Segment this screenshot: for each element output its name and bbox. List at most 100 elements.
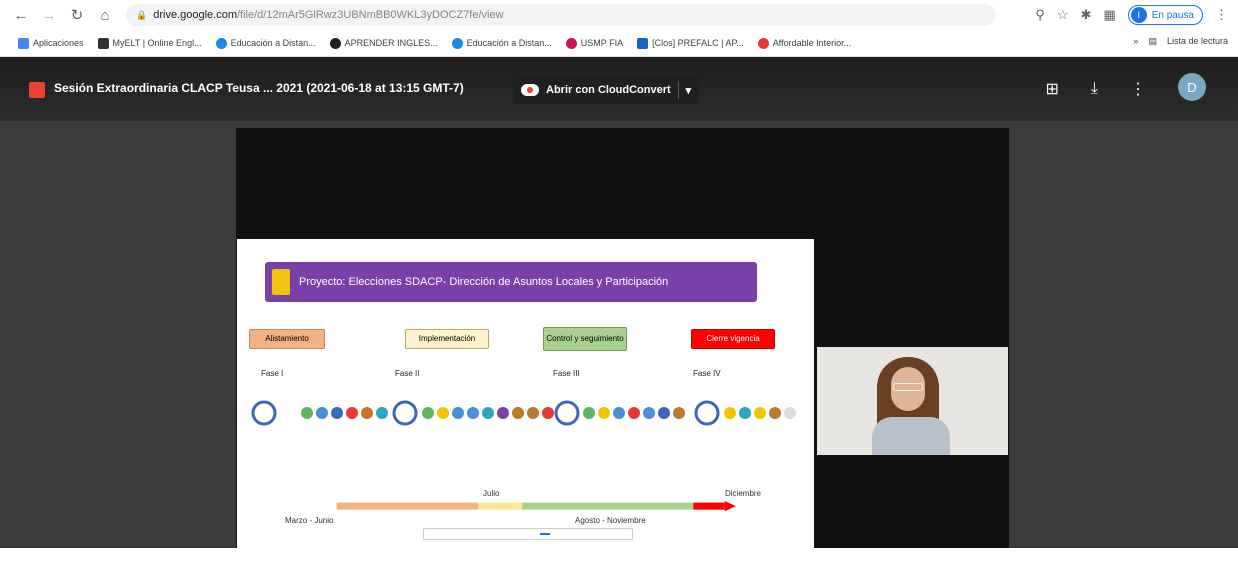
bookmark-icon (97, 37, 109, 49)
reading-list-icon: ▤ (1148, 36, 1157, 46)
timeline-dot (754, 407, 766, 419)
bookmark-label: Aplicaciones (33, 38, 84, 48)
viewer-actions: ⊞ ⤓ ⋮ D (1046, 73, 1206, 101)
download-icon[interactable]: ⤓ (1091, 80, 1098, 98)
chevron-icon: » (1133, 36, 1139, 46)
timeline-dot (542, 407, 554, 419)
extensions-icon[interactable]: ✱ (1081, 7, 1092, 23)
bookmark-icon (451, 37, 463, 49)
phase-label: Implementación (418, 334, 476, 343)
url-host: drive.google.com (153, 9, 237, 21)
open-with-label: Abrir con CloudConvert (546, 84, 671, 96)
zoom-icon[interactable]: ⚲ (1035, 7, 1045, 23)
timeline-dot (613, 407, 625, 419)
reading-list[interactable]: » ▤ Lista de lectura (1133, 36, 1228, 47)
participant-video[interactable] (817, 347, 1008, 455)
screen-share-bar[interactable] (423, 528, 633, 540)
phase-marker (694, 400, 720, 426)
bookmark-label: Affordable Interior... (772, 38, 852, 48)
browser-chrome: ← → ↻ ⌂ 🔒 drive.google.com /file/d/12mAr… (0, 0, 1238, 57)
timeline-dot (376, 407, 388, 419)
home-icon[interactable]: ⌂ (94, 4, 116, 26)
timeline-dot (467, 407, 479, 419)
bookmark-item[interactable]: MyELT | Online Engl... (97, 37, 202, 49)
phase-control: Control y seguimiento (543, 327, 627, 351)
forward-icon[interactable]: → (38, 4, 60, 26)
open-with-button[interactable]: Abrir con CloudConvert ▾ (513, 76, 700, 104)
bookmark-item[interactable]: Educación a Distan... (215, 37, 316, 49)
account-avatar[interactable]: D (1178, 73, 1206, 101)
shared-slide: Proyecto: Elecciones SDACP- Dirección de… (237, 239, 814, 565)
bookmark-icon (565, 37, 577, 49)
lock-icon: 🔒 (136, 9, 148, 20)
timeline-dot (301, 407, 313, 419)
timeline-dot (482, 407, 494, 419)
profile-avatar: I (1130, 7, 1147, 23)
menu-icon[interactable]: ⋮ (1215, 7, 1228, 23)
fase-label: Fase IV (693, 369, 721, 378)
phase-implementacion: Implementación (405, 329, 489, 349)
bookmark-icon (757, 37, 769, 49)
bookmark-item[interactable]: Affordable Interior... (757, 37, 852, 49)
dropdown-icon[interactable]: ▾ (686, 84, 692, 97)
file-title: Sesión Extraordinaria CLACP Teusa ... 20… (54, 81, 464, 95)
bookmark-icon (329, 37, 341, 49)
bookmark-label: APRENDER INGLES... (344, 38, 438, 48)
month-label-julio: Julio (483, 489, 500, 498)
phase-cierre: Cierre vigencia (691, 329, 775, 349)
viewer-header: Sesión Extraordinaria CLACP Teusa ... 20… (0, 57, 1238, 121)
bookmark-item[interactable]: [Clos] PREFALC | AP... (637, 37, 744, 49)
bookmark-item[interactable]: USMP FIA (565, 37, 624, 49)
url-path: /file/d/12mAr5GlRwz3UBNmBB0WKL3yDOCZ7fe/… (237, 9, 504, 21)
fase-label: Fase II (395, 369, 420, 378)
timeline-dot (346, 407, 358, 419)
more-options-icon[interactable]: ⋮ (1130, 79, 1146, 99)
star-icon[interactable]: ☆ (1057, 7, 1069, 23)
timeline-dot (739, 407, 751, 419)
month-label-marzo-junio: Marzo - Junio (285, 516, 334, 525)
bookmark-label: Educación a Distan... (466, 38, 552, 48)
month-label-agosto-noviembre: Agosto - Noviembre (575, 516, 646, 525)
timeline-dot (724, 407, 736, 419)
phase-marker (554, 400, 580, 426)
slide-title-box: Proyecto: Elecciones SDACP- Dirección de… (265, 262, 757, 302)
participant-body (872, 417, 950, 455)
timeline-dot (673, 407, 685, 419)
video-file-icon (29, 82, 45, 98)
profile-button[interactable]: I En pausa (1127, 5, 1203, 25)
phase-marker (392, 400, 418, 426)
bookmark-item[interactable]: Educación a Distan... (451, 37, 552, 49)
apps-icon (18, 37, 29, 49)
bookmark-label: [Clos] PREFALC | AP... (652, 38, 744, 48)
divider (677, 81, 679, 99)
extension-icon[interactable]: ▦ (1103, 7, 1115, 23)
phase-label: Cierre vigencia (706, 334, 760, 343)
timeline-dot (331, 407, 343, 419)
timeline-dot (784, 407, 796, 419)
address-bar[interactable]: 🔒 drive.google.com /file/d/12mAr5GlRwz3U… (126, 4, 996, 26)
timeline-dot (316, 407, 328, 419)
bookmark-item[interactable]: Aplicaciones (18, 37, 84, 49)
bookmark-icon (637, 37, 649, 49)
bookmark-label: USMP FIA (580, 38, 624, 48)
stop-sharing-button[interactable] (540, 533, 550, 535)
add-comment-icon[interactable]: ⊞ (1046, 79, 1059, 99)
timeline-dots (251, 400, 796, 426)
timeline-dot (497, 407, 509, 419)
phase-alistamiento: Alistamiento (249, 329, 325, 349)
bookmark-item[interactable]: APRENDER INGLES... (329, 37, 438, 49)
timeline-dot (643, 407, 655, 419)
reading-list-label: Lista de lectura (1166, 36, 1228, 46)
phase-label: Control y seguimiento (546, 334, 624, 343)
toolbar-right: ⚲ ☆ ✱ ▦ I En pausa ⋮ (1035, 5, 1228, 25)
slide-title: Proyecto: Elecciones SDACP- Dirección de… (299, 276, 669, 288)
clipboard-icon (272, 269, 290, 295)
fase-label: Fase I (261, 369, 284, 378)
timeline-dot (452, 407, 464, 419)
profile-status: En pausa (1151, 9, 1194, 21)
drive-viewer: Sesión Extraordinaria CLACP Teusa ... 20… (0, 57, 1238, 565)
reload-icon[interactable]: ↻ (66, 4, 88, 26)
bookmark-label: MyELT | Online Engl... (112, 38, 202, 48)
timeline-dot (658, 407, 670, 419)
back-icon[interactable]: ← (10, 4, 32, 26)
